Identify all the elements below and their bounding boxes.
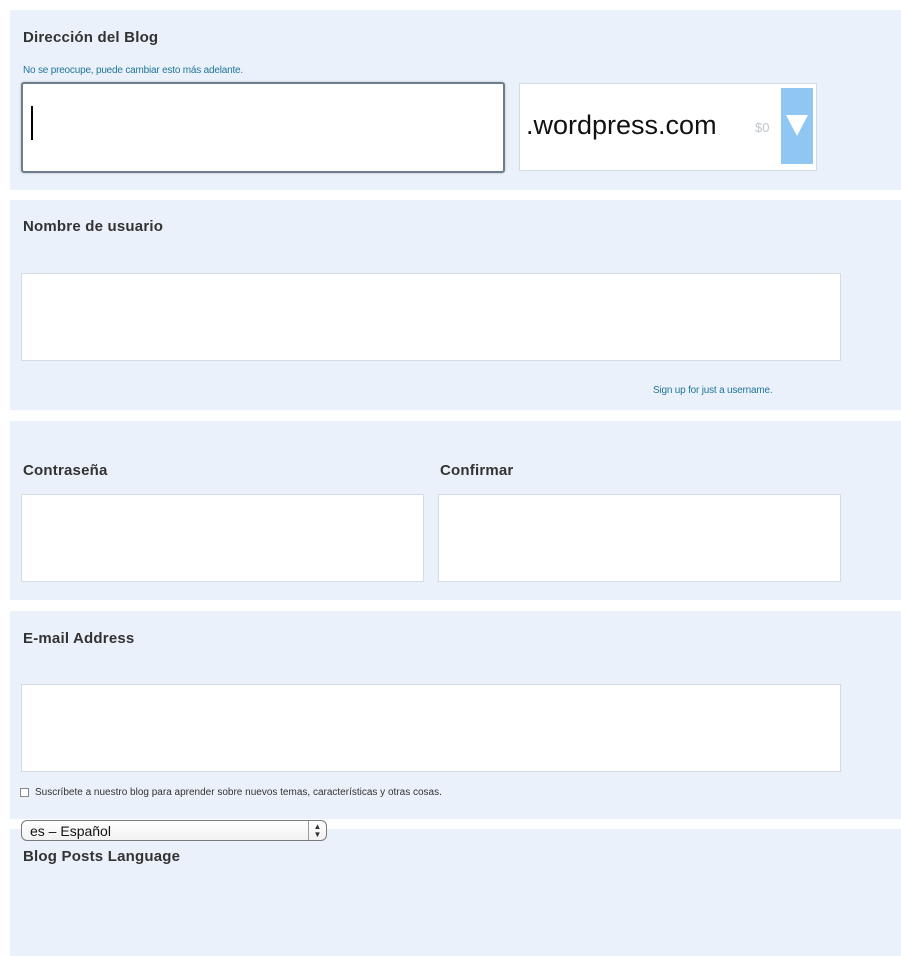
domain-select[interactable]: .wordpress.com $0 xyxy=(519,83,817,171)
domain-price: $0 xyxy=(755,120,770,135)
email-input[interactable] xyxy=(21,684,841,772)
text-cursor xyxy=(31,106,33,140)
subscribe-option: Suscríbete a nuestro blog para aprender … xyxy=(20,787,442,798)
blog-address-input[interactable] xyxy=(21,82,505,173)
domain-suffix: .wordpress.com xyxy=(526,110,717,140)
triangle-down-icon xyxy=(786,115,808,136)
email-label: E-mail Address xyxy=(23,630,135,647)
subscribe-label: Suscríbete a nuestro blog para aprender … xyxy=(35,787,442,798)
blog-address-hint: No se preocupe, puede cambiar esto más a… xyxy=(23,65,243,76)
confirm-password-input[interactable] xyxy=(438,494,841,582)
domain-dropdown-button[interactable] xyxy=(781,88,813,164)
username-input[interactable] xyxy=(21,273,841,361)
blog-address-label: Dirección del Blog xyxy=(23,29,159,46)
signup-username-link[interactable]: Sign up for just a username. xyxy=(653,385,773,396)
password-input[interactable] xyxy=(21,494,424,582)
language-label: Blog Posts Language xyxy=(23,848,181,865)
updown-arrows-icon: ▲ ▼ xyxy=(308,821,326,840)
username-label: Nombre de usuario xyxy=(23,218,164,235)
password-label: Contraseña xyxy=(23,462,108,479)
language-selected-value: es – Español xyxy=(30,823,111,839)
language-select[interactable]: es – Español ▲ ▼ xyxy=(21,820,327,841)
subscribe-checkbox[interactable] xyxy=(20,788,29,797)
confirm-password-label: Confirmar xyxy=(440,462,514,479)
